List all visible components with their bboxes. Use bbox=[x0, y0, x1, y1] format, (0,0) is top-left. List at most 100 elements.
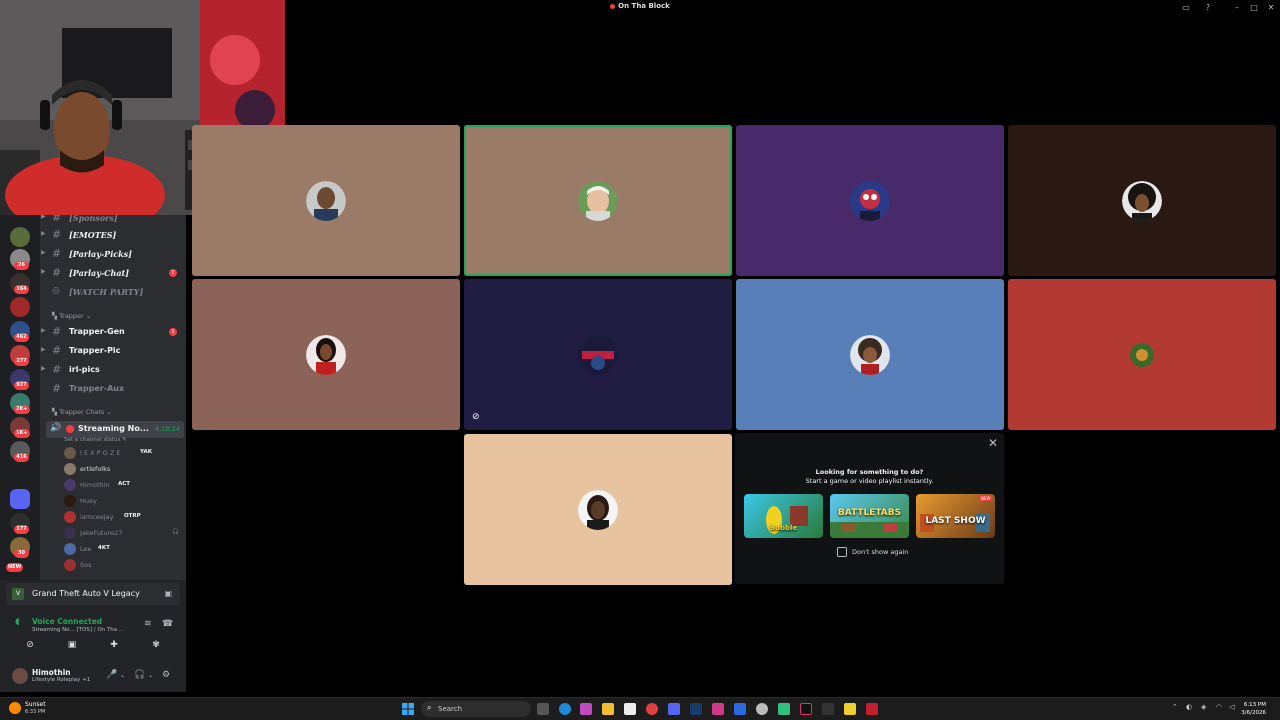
channel-item-sponsors[interactable]: ▶ # [Sponsors] bbox=[40, 215, 186, 226]
close-icon[interactable]: ✕ bbox=[988, 436, 998, 450]
voice-member[interactable]: Huey bbox=[62, 494, 182, 508]
dont-show-again-label[interactable]: Don't show again bbox=[852, 548, 908, 556]
headphones-icon[interactable]: 🎧 bbox=[134, 670, 145, 680]
close-button[interactable]: ✕ bbox=[1265, 3, 1277, 13]
app-icon[interactable] bbox=[866, 703, 878, 715]
sticky-notes-icon[interactable] bbox=[844, 703, 856, 715]
avatar bbox=[64, 527, 76, 539]
app-icon[interactable] bbox=[778, 703, 790, 715]
windows-start-icon[interactable] bbox=[402, 703, 414, 715]
minimize-button[interactable]: – bbox=[1231, 3, 1243, 13]
participant-tile[interactable] bbox=[464, 434, 732, 585]
channel-item-irl-pics[interactable]: ▶ # irl-pics bbox=[40, 362, 186, 378]
channel-item-trapper-pic[interactable]: ▶ # Trapper-Pic bbox=[40, 343, 186, 359]
voice-member[interactable]: ertlefolks bbox=[62, 462, 182, 476]
channel-item-parlay-picks[interactable]: ▶ # [Parlay-Picks] bbox=[40, 246, 186, 262]
disconnect-icon[interactable]: ☎ bbox=[162, 619, 173, 629]
participant-tile[interactable] bbox=[1008, 279, 1276, 430]
channel-item-trapper-gen[interactable]: ▶ # Trapper-Gen 1 bbox=[40, 324, 186, 340]
maximize-button[interactable]: □ bbox=[1248, 3, 1260, 13]
inbox-icon[interactable]: ▭ bbox=[1180, 3, 1192, 13]
speaker-icon: 🔊 bbox=[50, 423, 62, 433]
participant-tile[interactable] bbox=[736, 125, 1004, 276]
chevron-down-icon[interactable]: ⌄ bbox=[148, 672, 153, 679]
weather-icon[interactable] bbox=[9, 702, 21, 714]
help-icon[interactable]: ? bbox=[1202, 3, 1214, 13]
voice-member[interactable]: Lee 4KT bbox=[62, 542, 182, 556]
participant-tile[interactable] bbox=[192, 279, 460, 430]
steam-icon[interactable] bbox=[690, 703, 702, 715]
voice-member[interactable]: I E X P O Z E YAK bbox=[62, 446, 182, 460]
discord-icon[interactable] bbox=[668, 703, 680, 715]
task-view-icon[interactable] bbox=[537, 703, 549, 715]
voice-member[interactable]: Sos bbox=[62, 558, 182, 572]
chrome-icon[interactable] bbox=[646, 703, 658, 715]
channel-item-trapper-aux[interactable]: # Trapper-Aux bbox=[40, 381, 186, 397]
activity-card-bobble[interactable]: Bobble bbox=[744, 494, 823, 538]
avatar[interactable] bbox=[12, 668, 28, 684]
camera-off-icon[interactable]: ⊘ bbox=[12, 640, 48, 654]
category-trapper[interactable]: ▚ Trapper ⌄ bbox=[52, 312, 91, 320]
channel-list: ▶ # [Sponsors] ▶ # [EMOTES] ▶ # [Parlay-… bbox=[40, 215, 186, 580]
avatar bbox=[64, 511, 76, 523]
store-icon[interactable] bbox=[624, 703, 636, 715]
voice-channel-path[interactable]: Streaming No... [TOS] / On Tha ... bbox=[32, 627, 124, 633]
new-badge: NEW bbox=[6, 563, 24, 572]
microphone-icon[interactable]: 🎤 bbox=[106, 670, 117, 680]
volume-icon[interactable]: ◁ bbox=[1229, 703, 1234, 711]
channel-item-parlay-chat[interactable]: ▶ # [Parlay-Chat] 1 bbox=[40, 265, 186, 281]
app-icon[interactable] bbox=[756, 703, 768, 715]
instagram-icon[interactable] bbox=[712, 703, 724, 715]
participant-tile[interactable] bbox=[1008, 125, 1276, 276]
participant-tile[interactable] bbox=[192, 125, 460, 276]
soundboard-icon[interactable]: ✾ bbox=[138, 640, 174, 654]
taskbar-search[interactable]: ⌕ Search bbox=[421, 701, 531, 717]
category-label: Trapper Chats ⌄ bbox=[59, 408, 112, 416]
game-activity-card[interactable]: V Grand Theft Auto V Legacy ▣ bbox=[6, 583, 180, 605]
wifi-icon[interactable]: ◠ bbox=[1216, 703, 1222, 711]
voice-member[interactable]: JakeFuture27 🎧 bbox=[62, 526, 182, 540]
hash-icon: # bbox=[52, 363, 62, 376]
channel-item-emotes[interactable]: ▶ # [EMOTES] bbox=[40, 227, 186, 243]
channel-label: [Parlay-Picks] bbox=[69, 249, 132, 259]
participant-tile[interactable] bbox=[736, 279, 1004, 430]
screen-icon[interactable]: ▣ bbox=[164, 589, 172, 598]
chevron-down-icon[interactable]: ⌄ bbox=[120, 672, 125, 679]
channel-item-watch-party[interactable]: ◎ [WATCH PARTY] bbox=[40, 284, 186, 300]
dont-show-again-checkbox[interactable] bbox=[837, 547, 847, 557]
waveform-icon[interactable]: ≋ bbox=[144, 619, 152, 629]
gear-icon[interactable]: ⚙ bbox=[162, 670, 170, 680]
activities-icon[interactable]: ✚ bbox=[96, 640, 132, 654]
participant-tile-speaking[interactable] bbox=[464, 125, 732, 276]
server-icon[interactable] bbox=[10, 297, 30, 317]
unread-badge: 1 bbox=[169, 328, 177, 336]
folder-icon[interactable] bbox=[10, 489, 30, 509]
edge-icon[interactable] bbox=[559, 703, 571, 715]
category-label: Trapper ⌄ bbox=[59, 312, 92, 320]
copilot-icon[interactable] bbox=[580, 703, 592, 715]
avatar bbox=[1122, 181, 1162, 221]
weather-label[interactable]: Sunset bbox=[25, 701, 46, 708]
screen-share-icon[interactable]: ▣ bbox=[54, 640, 90, 654]
participant-tile[interactable]: ⊘ bbox=[464, 279, 732, 430]
app-icon[interactable] bbox=[734, 703, 746, 715]
voice-member[interactable]: iamceejay. OTRP bbox=[62, 510, 182, 524]
channel-label: Trapper-Pic bbox=[69, 346, 121, 355]
user-panel: V Grand Theft Auto V Legacy ▣ ◖ Voice Co… bbox=[0, 580, 186, 692]
voice-channel-streaming[interactable]: 🔊 Streaming No... 4:18:24 bbox=[46, 421, 184, 438]
tray-icon[interactable]: ◐ bbox=[1186, 703, 1192, 711]
app-icon[interactable] bbox=[822, 703, 834, 715]
voice-member[interactable]: Himothin ACT bbox=[62, 478, 182, 492]
category-trapper-chats[interactable]: ▚ Trapper Chats ⌄ bbox=[52, 408, 112, 416]
tiktok-icon[interactable] bbox=[800, 703, 812, 715]
channel-status[interactable]: Set a channel status ✎ bbox=[64, 437, 127, 443]
avatar bbox=[850, 335, 890, 375]
voice-connected-label[interactable]: Voice Connected bbox=[32, 617, 102, 626]
system-clock[interactable]: 6:13 PM 3/6/2026 bbox=[1241, 701, 1266, 717]
channel-label: [WATCH PARTY] bbox=[69, 287, 144, 297]
chevron-up-icon[interactable]: ⌃ bbox=[1172, 703, 1178, 711]
file-explorer-icon[interactable] bbox=[602, 703, 614, 715]
server-icon[interactable] bbox=[10, 227, 30, 247]
tray-icon[interactable]: ◈ bbox=[1201, 703, 1206, 711]
activity-card-battletabs[interactable]: BATTLETABS bbox=[830, 494, 909, 538]
